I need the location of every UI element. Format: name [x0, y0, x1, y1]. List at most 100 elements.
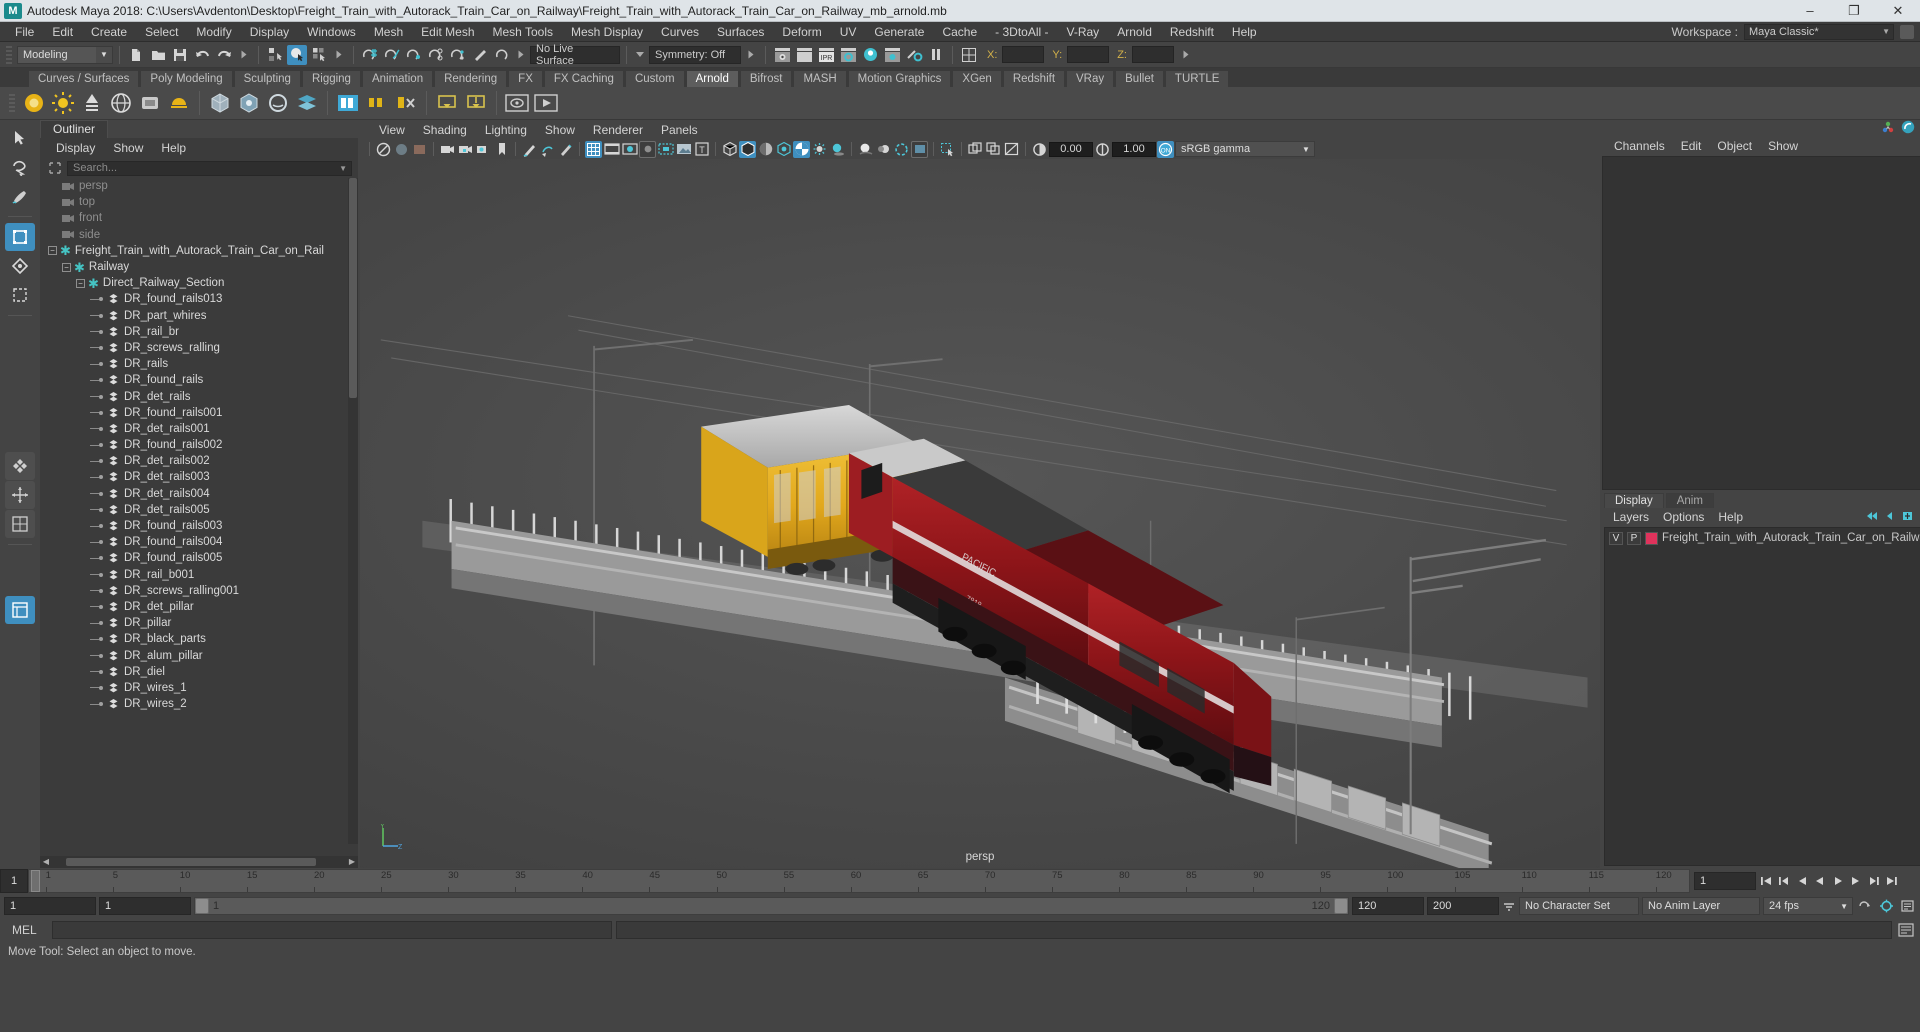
outliner-mesh-row[interactable]: DR_screws_ralling001	[40, 583, 348, 599]
time-slider[interactable]: 1 5 10 15 20 25 30 35 40 45 50 55 60 65 70 75 80 85 90 95 10…	[28, 869, 1690, 893]
shelf-tab-animation[interactable]: Animation	[361, 70, 434, 87]
outliner-list[interactable]: persp top front side − ✱ Freight_Train_with_Au…	[40, 178, 358, 856]
menu-item-mesh-display[interactable]: Mesh Display	[562, 22, 652, 42]
outliner-mesh-row[interactable]: DR_found_rails004	[40, 534, 348, 550]
shelf-tab-turtle[interactable]: TURTLE	[1164, 70, 1230, 87]
shelf-tab-mash[interactable]: MASH	[793, 70, 847, 87]
layer-row[interactable]: V P Freight_Train_with_Autorack_Train_Car_…	[1605, 531, 1920, 546]
script-editor-icon[interactable]	[1896, 921, 1916, 939]
outliner-menu-display[interactable]: Display	[48, 141, 103, 155]
menu-item-deform[interactable]: Deform	[773, 22, 830, 42]
shelf-tab-rendering[interactable]: Rendering	[434, 70, 508, 87]
outliner-mesh-row[interactable]: DR_wires_2	[40, 696, 348, 712]
camera-settings-icon[interactable]	[475, 141, 492, 158]
shelf-tab-xgen[interactable]: XGen	[952, 70, 1002, 87]
outliner-mesh-row[interactable]: DR_black_parts	[40, 631, 348, 647]
snap-to-point-button[interactable]	[404, 45, 424, 65]
outliner-vertical-scrollbar[interactable]	[348, 178, 358, 844]
layer-prev-icon[interactable]	[1883, 510, 1897, 524]
shelf-tab-bifrost[interactable]: Bifrost	[739, 70, 793, 87]
xray-joints-icon[interactable]	[967, 141, 984, 158]
show-manipulator-icon[interactable]	[1881, 120, 1895, 137]
layer-visibility-toggle[interactable]: V	[1609, 531, 1623, 545]
arnold-standin-icon[interactable]	[207, 90, 233, 116]
channel-box-content[interactable]	[1602, 156, 1920, 490]
menu-item-arnold[interactable]: Arnold	[1108, 22, 1161, 42]
menu-item-surfaces[interactable]: Surfaces	[708, 22, 773, 42]
layer-menu-layers[interactable]: Layers	[1606, 510, 1656, 524]
arnold-point-light-icon[interactable]	[50, 90, 76, 116]
viewport-menu-view[interactable]: View	[370, 123, 414, 137]
symmetry-dropdown-arrow[interactable]	[636, 52, 644, 57]
expand-collapse-toggle[interactable]: −	[76, 278, 85, 288]
toolbar-expand-arrow[interactable]	[748, 50, 754, 59]
color-management-toggle-icon[interactable]: ON	[1157, 140, 1174, 158]
viewport-menu-shading[interactable]: Shading	[414, 123, 476, 137]
camera-attributes-icon[interactable]	[439, 141, 456, 158]
gate-mask-icon[interactable]	[639, 140, 656, 158]
viewport-sphere-icon[interactable]	[393, 141, 410, 158]
outliner-mesh-row[interactable]: DR_pillar	[40, 615, 348, 631]
exposure-reset-icon[interactable]	[1003, 141, 1020, 158]
menu-item-uv[interactable]: UV	[831, 22, 866, 42]
arnold-flush-cache-icon[interactable]	[393, 90, 419, 116]
maya-2d-pan-button[interactable]	[5, 510, 35, 538]
play-forwards-icon[interactable]	[1829, 872, 1846, 890]
move-tool-button[interactable]	[5, 223, 35, 251]
xray-toggle-icon[interactable]	[539, 141, 556, 158]
arnold-render-region-icon[interactable]	[364, 90, 390, 116]
redo-button[interactable]	[214, 45, 234, 65]
menu-item-curves[interactable]: Curves	[652, 22, 708, 42]
gamma-icon[interactable]	[1094, 141, 1111, 158]
render-current-frame-button[interactable]	[772, 45, 792, 65]
range-left-handle[interactable]	[195, 898, 209, 914]
menu-item-windows[interactable]: Windows	[298, 22, 365, 42]
menu-item-create[interactable]: Create	[82, 22, 136, 42]
outliner-horizontal-scrollbar[interactable]: ◀ ▶	[40, 856, 358, 868]
menu-item-mesh[interactable]: Mesh	[365, 22, 412, 42]
outliner-mesh-row[interactable]: DR_found_rails005	[40, 550, 348, 566]
anim-start-field[interactable]: 120	[1352, 897, 1424, 915]
menu-item-help[interactable]: Help	[1223, 22, 1266, 42]
menu-item-cache[interactable]: Cache	[933, 22, 986, 42]
outliner-camera-row[interactable]: front	[40, 210, 348, 226]
arnold-import-ass-icon[interactable]	[463, 90, 489, 116]
shelf-tab-custom[interactable]: Custom	[624, 70, 685, 87]
outliner-mesh-row[interactable]: DR_rail_b001	[40, 567, 348, 583]
tab-anim-layers[interactable]: Anim	[1665, 492, 1714, 508]
outliner-mesh-row[interactable]: DR_det_rails	[40, 388, 348, 404]
menu-item-edit-mesh[interactable]: Edit Mesh	[412, 22, 483, 42]
scroll-right-icon[interactable]: ▶	[346, 856, 358, 868]
step-forward-frame-icon[interactable]	[1847, 872, 1864, 890]
pause-render-button[interactable]	[926, 45, 946, 65]
menu-item-vray[interactable]: V-Ray	[1058, 22, 1109, 42]
menuset-select[interactable]: Modeling ▼	[17, 45, 113, 64]
outliner-camera-row[interactable]: top	[40, 194, 348, 210]
snap-to-grid-button[interactable]	[360, 45, 380, 65]
selection-highlight-icon[interactable]	[939, 141, 956, 158]
outliner-mesh-row[interactable]: DR_det_rails001	[40, 421, 348, 437]
scrollbar-thumb[interactable]	[349, 178, 357, 398]
viewport-image-plane-icon[interactable]	[411, 141, 428, 158]
close-button[interactable]: ✕	[1876, 0, 1920, 21]
minimize-button[interactable]: –	[1788, 0, 1832, 21]
layer-playback-toggle[interactable]: P	[1627, 531, 1641, 545]
auto-key-icon[interactable]	[1856, 897, 1874, 915]
go-to-start-icon[interactable]	[1757, 872, 1774, 890]
expand-collapse-toggle[interactable]: −	[48, 246, 57, 256]
playback-settings-icon[interactable]	[1898, 897, 1916, 915]
snap-to-curve-button[interactable]	[382, 45, 402, 65]
gamma-value-field[interactable]: 1.00	[1112, 141, 1156, 157]
ambient-occlusion-icon[interactable]	[857, 141, 874, 158]
viewport-menu-lighting[interactable]: Lighting	[476, 123, 536, 137]
outliner-mesh-row[interactable]: DR_det_rails005	[40, 502, 348, 518]
outliner-mesh-row[interactable]: DR_det_rails004	[40, 486, 348, 502]
layer-menu-options[interactable]: Options	[1656, 510, 1711, 524]
channel-menu-edit[interactable]: Edit	[1673, 139, 1710, 153]
workspace-settings-icon[interactable]	[1900, 24, 1914, 39]
magnet-snap-button[interactable]	[470, 45, 490, 65]
shadows-icon[interactable]	[829, 141, 846, 158]
current-time-field[interactable]: 1	[1694, 872, 1756, 890]
shelf-tab-fx[interactable]: FX	[508, 70, 543, 87]
make-live-button[interactable]	[492, 45, 512, 65]
